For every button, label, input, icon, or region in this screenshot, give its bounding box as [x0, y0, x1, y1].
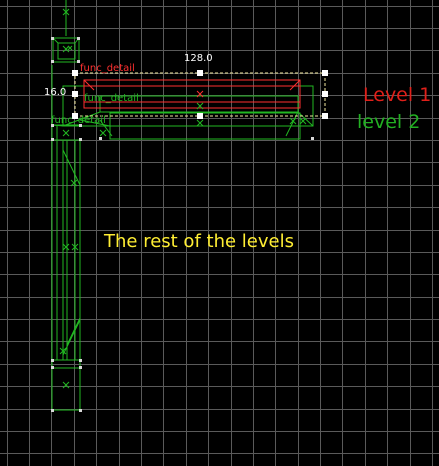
- entity-label-column: func_detail: [51, 115, 106, 126]
- width-readout: 128.0: [184, 53, 213, 64]
- height-readout: 16.0: [44, 87, 67, 98]
- 2d-grid-viewport[interactable]: func_detail func_detail func_detail 128.…: [0, 0, 439, 466]
- annotation-level2: level 2: [357, 111, 421, 133]
- annotation-rest-levels: The rest of the levels: [104, 231, 294, 252]
- annotation-level1: Level 1: [363, 84, 432, 106]
- entity-label-level2: func_detail: [84, 93, 139, 104]
- entity-label-level1: func_detail: [80, 63, 135, 74]
